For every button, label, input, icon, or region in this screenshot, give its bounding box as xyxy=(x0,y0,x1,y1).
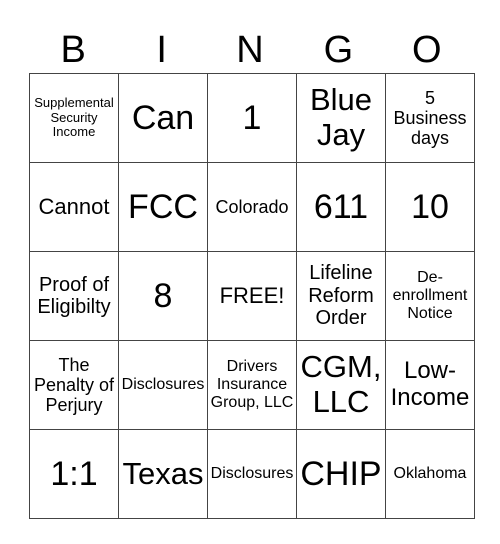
bingo-cell[interactable]: Low-Income xyxy=(385,340,475,430)
bingo-cell[interactable]: Supplemental Security Income xyxy=(29,73,119,163)
bingo-cell[interactable]: 5 Business days xyxy=(385,73,475,163)
bingo-card: Supplemental Security Income Can 1 Blue … xyxy=(29,73,475,519)
bingo-row: Proof of Eligibilty 8 FREE! Lifeline Ref… xyxy=(29,251,475,341)
bingo-cell[interactable]: Disclosures xyxy=(207,429,297,519)
bingo-row: The Penalty of Perjury Disclosures Drive… xyxy=(29,340,475,430)
bingo-cell[interactable]: The Penalty of Perjury xyxy=(29,340,119,430)
bingo-cell[interactable]: De-enrollment Notice xyxy=(385,251,475,341)
header-letter-b: B xyxy=(60,29,86,71)
header-letter-i: I xyxy=(156,29,167,71)
header-letter-g: G xyxy=(323,29,354,71)
bingo-cell[interactable]: Lifeline Reform Order xyxy=(296,251,386,341)
bingo-cell-free[interactable]: FREE! xyxy=(207,251,297,341)
bingo-header: B I N G O xyxy=(29,28,471,72)
bingo-cell[interactable]: CHIP xyxy=(296,429,386,519)
bingo-row: Cannot FCC Colorado 611 10 xyxy=(29,162,475,252)
bingo-cell[interactable]: 1:1 xyxy=(29,429,119,519)
bingo-row: Supplemental Security Income Can 1 Blue … xyxy=(29,73,475,163)
bingo-cell[interactable]: Cannot xyxy=(29,162,119,252)
bingo-cell[interactable]: Blue Jay xyxy=(296,73,386,163)
header-letter-n: N xyxy=(236,29,264,71)
bingo-cell[interactable]: 611 xyxy=(296,162,386,252)
bingo-cell[interactable]: Texas xyxy=(118,429,208,519)
bingo-row: 1:1 Texas Disclosures CHIP Oklahoma xyxy=(29,429,475,519)
bingo-cell[interactable]: Can xyxy=(118,73,208,163)
bingo-cell[interactable]: 10 xyxy=(385,162,475,252)
bingo-cell[interactable]: FCC xyxy=(118,162,208,252)
bingo-cell[interactable]: Colorado xyxy=(207,162,297,252)
bingo-cell[interactable]: Disclosures xyxy=(118,340,208,430)
bingo-cell[interactable]: Drivers Insurance Group, LLC xyxy=(207,340,297,430)
bingo-cell[interactable]: 8 xyxy=(118,251,208,341)
header-letter-o: O xyxy=(412,29,442,71)
bingo-cell[interactable]: CGM, LLC xyxy=(296,340,386,430)
bingo-cell[interactable]: Oklahoma xyxy=(385,429,475,519)
bingo-cell[interactable]: 1 xyxy=(207,73,297,163)
bingo-cell[interactable]: Proof of Eligibilty xyxy=(29,251,119,341)
